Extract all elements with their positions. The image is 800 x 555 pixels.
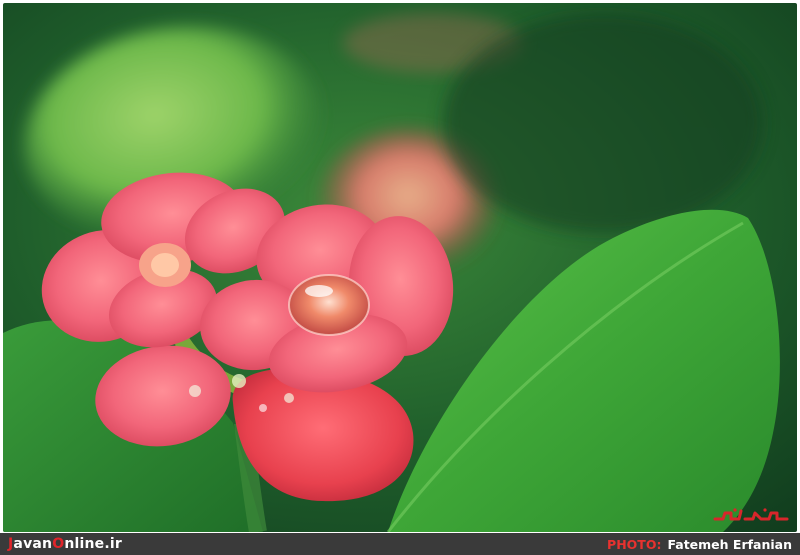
site-name-avan: avan [13,536,53,552]
photographer-name: Fatemeh Erfanian [667,537,792,552]
site-name[interactable]: JavanOnline.ir [8,535,122,553]
photo-credit: PHOTO: Fatemeh Erfanian [607,536,792,553]
photo-frame: JavanOnline.ir PHOTO: Fatemeh Erfanian [0,0,800,555]
site-name-nline: nline.ir [64,536,122,552]
flower-photo [3,3,797,532]
site-name-o: O [52,536,65,552]
flower-photo-art [3,3,797,532]
photo-credit-bar: JavanOnline.ir PHOTO: Fatemeh Erfanian [0,533,800,555]
javan-logo-watermark-icon [713,508,789,521]
photo-label: PHOTO: [607,537,662,552]
